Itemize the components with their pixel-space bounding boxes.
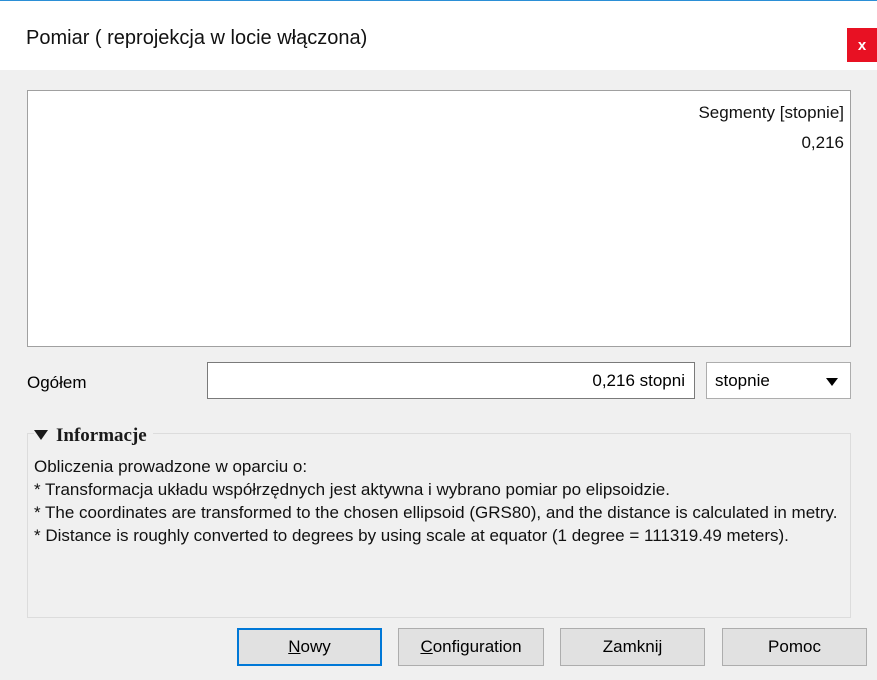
measure-dialog: Pomiar ( reprojekcja w locie włączona) x… bbox=[0, 0, 877, 680]
total-label: Ogółem bbox=[27, 373, 87, 392]
close-icon: x bbox=[857, 36, 867, 54]
chevron-down-icon bbox=[826, 378, 838, 386]
segments-table[interactable]: Segmenty [stopnie] 0,216 bbox=[27, 90, 851, 347]
close-button[interactable]: Zamknij bbox=[560, 628, 705, 666]
configuration-button[interactable]: Configuration bbox=[398, 628, 544, 666]
info-header-label: Informacje bbox=[56, 425, 147, 446]
info-line: * Transformacja układu współrzędnych jes… bbox=[34, 480, 670, 499]
new-button-mnemonic: N bbox=[288, 637, 301, 656]
info-text: Obliczenia prowadzone w oparciu o: * Tra… bbox=[34, 455, 849, 547]
info-line: * Distance is roughly converted to degre… bbox=[34, 526, 789, 545]
new-button-label: owy bbox=[300, 637, 331, 656]
close-button-label: Zamknij bbox=[602, 637, 663, 656]
title-bar: Pomiar ( reprojekcja w locie włączona) x bbox=[0, 1, 877, 70]
configuration-button-mnemonic: C bbox=[420, 637, 433, 656]
info-line: Obliczenia prowadzone w oparciu o: bbox=[34, 457, 308, 476]
help-button[interactable]: Pomoc bbox=[722, 628, 867, 666]
segments-column-header[interactable]: Segmenty [stopnie] bbox=[698, 103, 844, 123]
total-value: 0,216 stopni bbox=[592, 371, 685, 390]
total-field[interactable]: 0,216 stopni bbox=[207, 362, 695, 399]
table-row[interactable]: 0,216 bbox=[801, 133, 844, 153]
new-button[interactable]: Nowy bbox=[237, 628, 382, 666]
unit-selected-value: stopnie bbox=[715, 371, 770, 390]
info-line: * The coordinates are transformed to the… bbox=[34, 503, 838, 522]
help-button-label: Pomoc bbox=[768, 637, 821, 656]
configuration-button-label: onfiguration bbox=[432, 637, 522, 656]
unit-select[interactable]: stopnie bbox=[706, 362, 851, 399]
info-toggle[interactable]: Informacje bbox=[34, 425, 153, 447]
collapse-triangle-icon bbox=[34, 429, 48, 440]
close-window-button[interactable]: x bbox=[847, 28, 877, 62]
window-title: Pomiar ( reprojekcja w locie włączona) bbox=[26, 27, 368, 49]
